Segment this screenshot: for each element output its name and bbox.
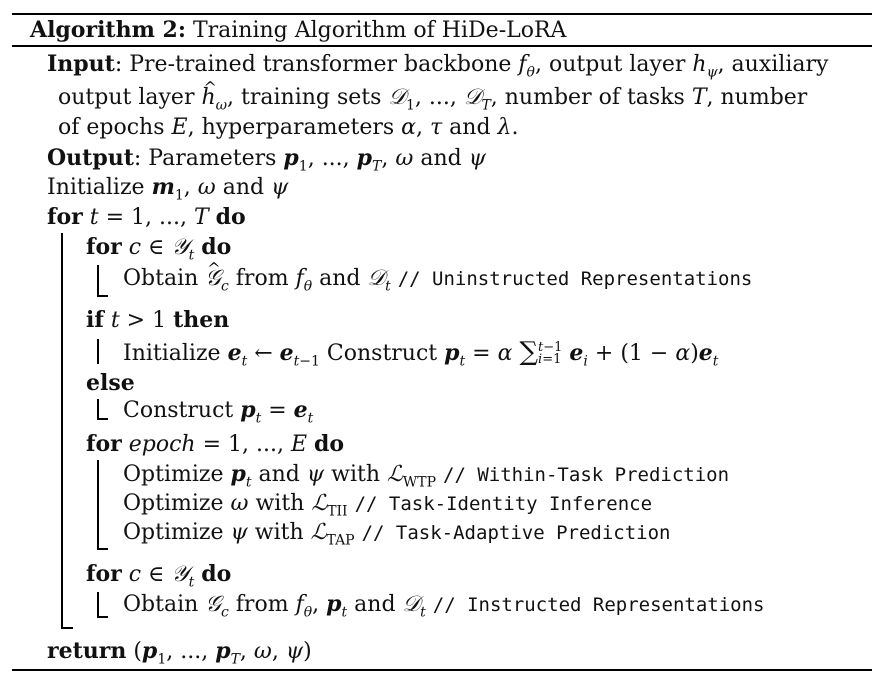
comment-instructed: // Instructed Representations	[432, 594, 765, 616]
for-c-bar-2	[97, 592, 99, 617]
if-line: if t > 1 then	[86, 307, 230, 333]
input-label: Input	[47, 51, 115, 77]
output-line: Output: Parameters p1, ..., pT, ω and ψ	[47, 145, 486, 175]
outer-block-foot	[61, 627, 73, 629]
input-line-1: Input: Pre-trained transformer backbone …	[47, 51, 829, 81]
comment-wtp: // Within-Task Prediction	[443, 464, 730, 486]
for-t-line: for t = 1, ..., T do	[47, 204, 246, 230]
algorithm-title: Training Algorithm of HiDe-LoRA	[192, 18, 567, 43]
bottom-rule	[12, 669, 872, 671]
for-c-bar-1	[97, 265, 99, 296]
return-line: return (p1, ..., pT, ω, ψ)	[47, 638, 312, 668]
for-c-foot-1	[97, 295, 108, 297]
algorithm-header: Algorithm 2: Training Algorithm of HiDe-…	[30, 16, 566, 45]
for-c-foot-2	[97, 616, 108, 618]
obtain-uninstructed-line: Obtain 𝒢c from fθ and 𝒟t // Uninstructed…	[123, 255, 753, 293]
else-line: else	[86, 370, 135, 396]
top-rule	[12, 13, 872, 15]
input-line-3: of epochs E, hyperparameters α, τ and λ.	[58, 115, 519, 140]
else-bar	[97, 399, 99, 419]
obtain-instructed-line: Obtain 𝒢c from fθ, pt and 𝒟t // Instruct…	[123, 591, 765, 621]
construct-else-line: Construct pt = et	[123, 397, 314, 427]
initialize-construct-line: Initialize et ← et−1 Construct pt = α ∑t…	[123, 337, 719, 370]
else-foot	[97, 418, 108, 420]
algorithm-label: Algorithm 2:	[30, 17, 186, 43]
input-line-2: output layer hω, training sets 𝒟1, ..., …	[58, 74, 807, 112]
output-label: Output	[47, 145, 134, 171]
optimize-tap-line: Optimize ψ with ℒTAP // Task-Adaptive Pr…	[123, 520, 671, 549]
initialize-line: Initialize m1, ω and ψ	[47, 174, 289, 204]
outer-block-bar	[61, 233, 63, 627]
header-rule	[12, 45, 872, 47]
comment-tap: // Task-Adaptive Prediction	[361, 522, 671, 544]
optimize-wtp-line: Optimize pt and ψ with ℒWTP // Within-Ta…	[123, 461, 730, 491]
for-epoch-line: for epoch = 1, ..., E do	[86, 431, 345, 457]
comment-uninstructed: // Uninstructed Representations	[397, 268, 753, 290]
for-epoch-foot	[97, 548, 108, 550]
if-bar	[97, 339, 99, 364]
comment-tii: // Task-Identity Inference	[354, 493, 653, 515]
for-c-line-2: for c ∈ 𝒴t do	[86, 561, 232, 591]
optimize-tii-line: Optimize ω with ℒTII // Task-Identity In…	[123, 491, 653, 520]
for-epoch-bar	[97, 460, 99, 549]
